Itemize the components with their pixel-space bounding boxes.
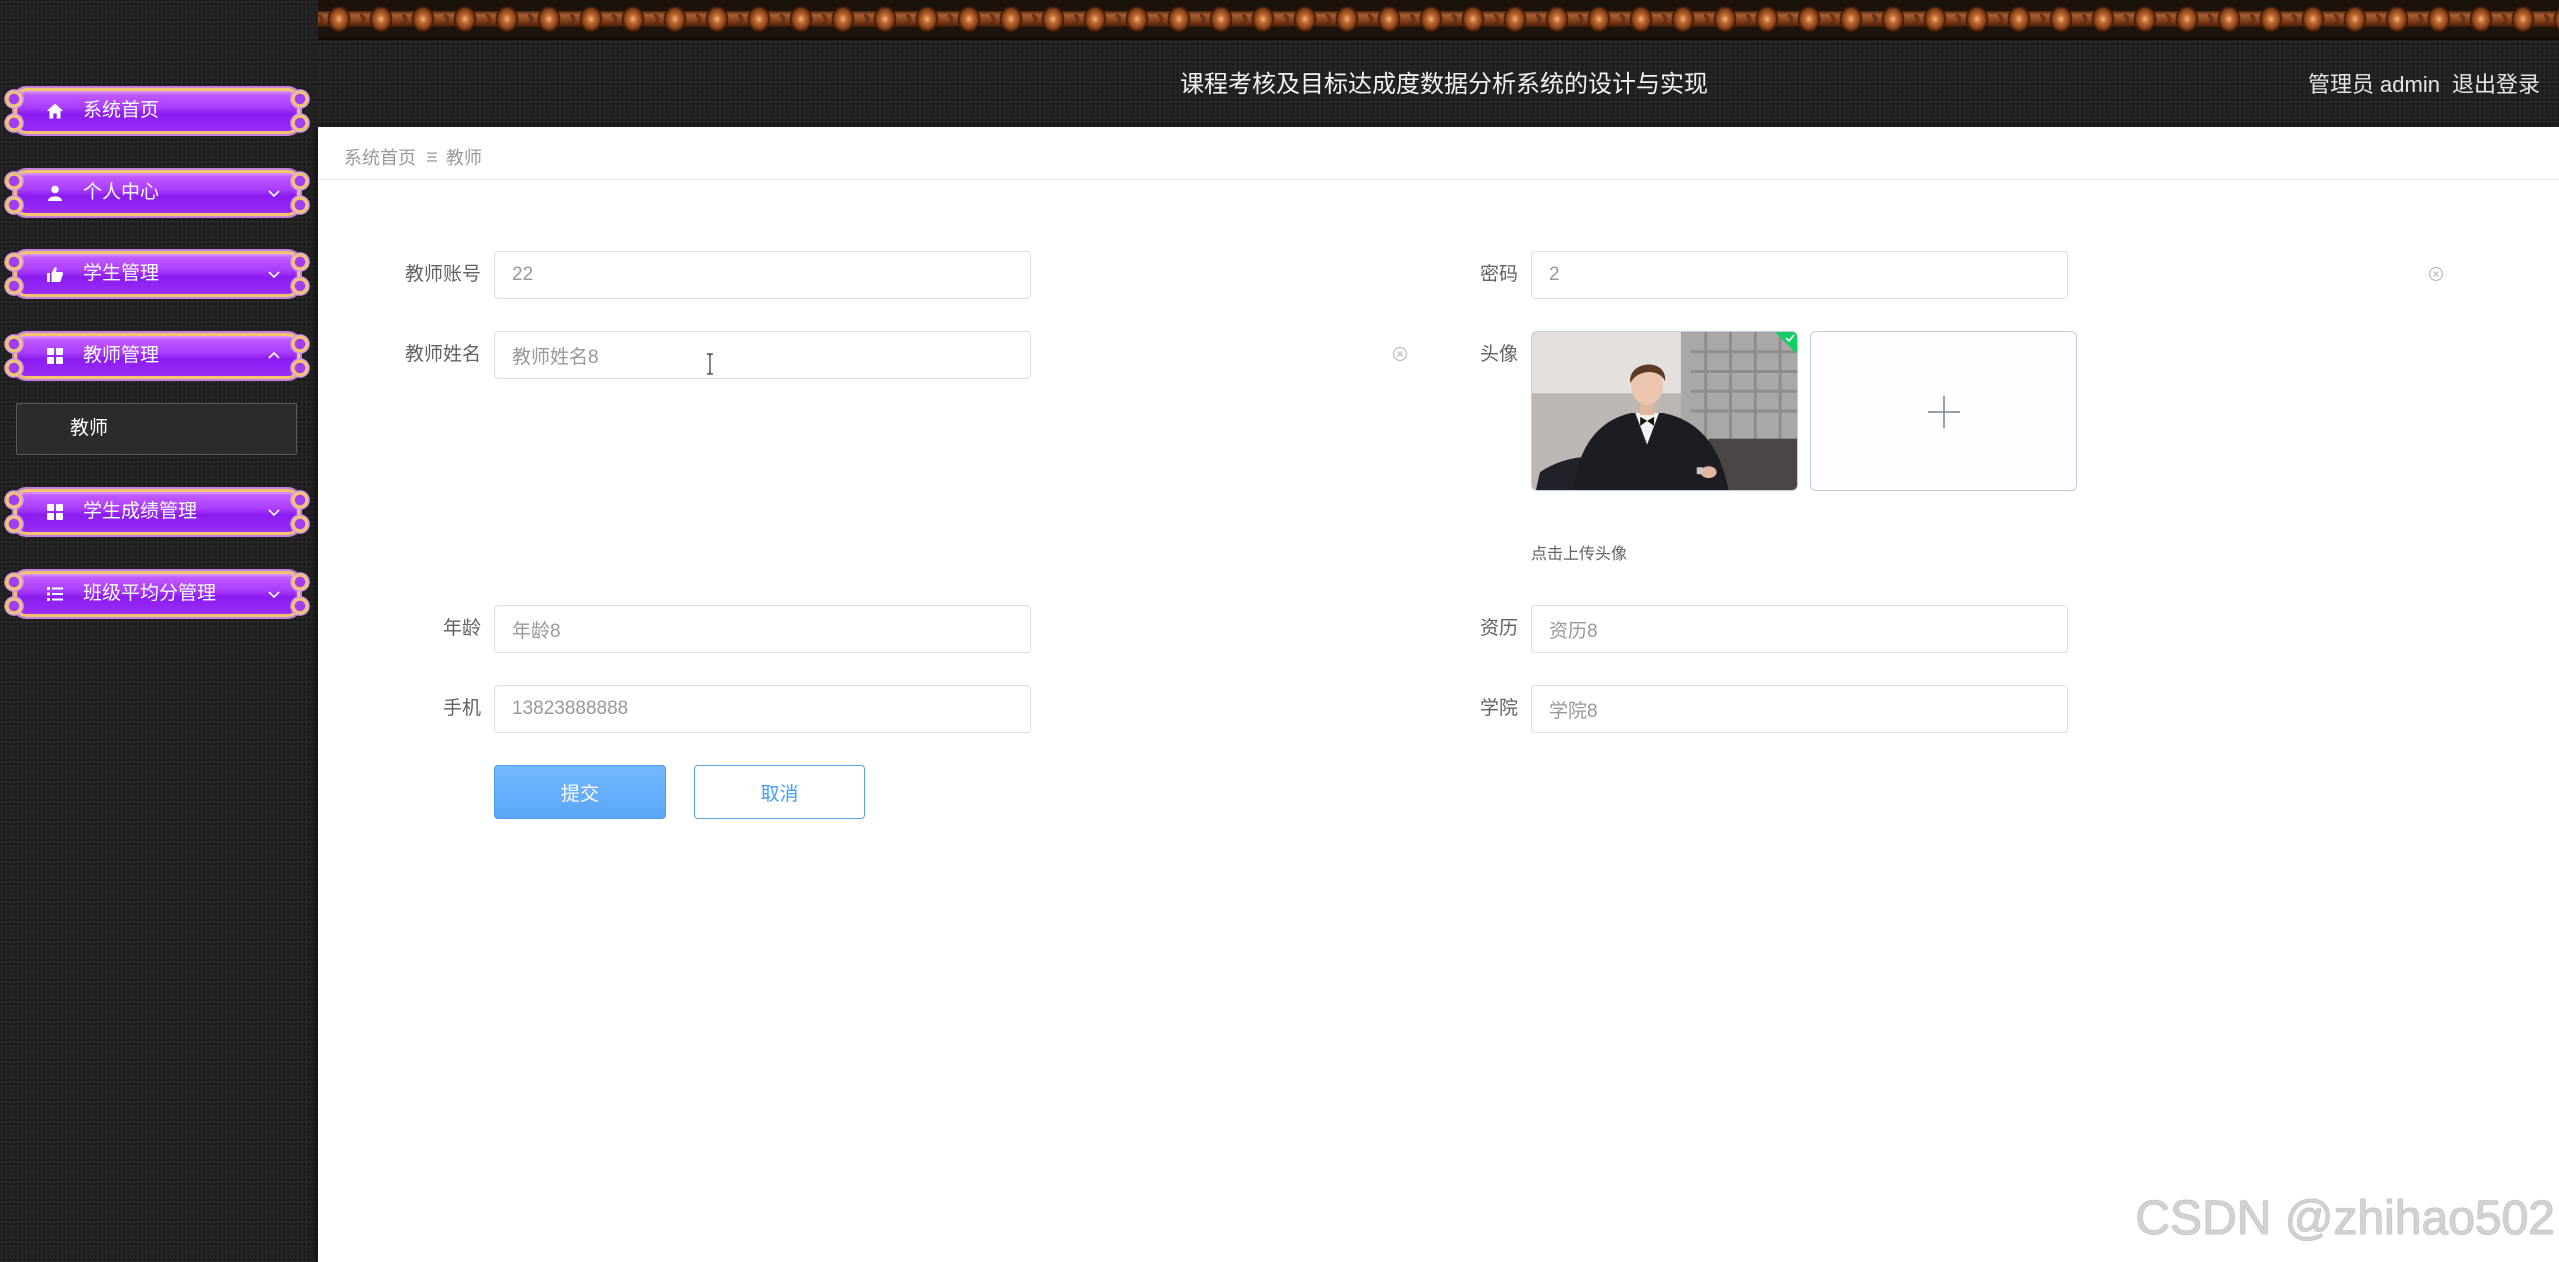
sidebar-item-home[interactable]: 系统首页 — [3, 87, 311, 135]
breadcrumb-current: 教师 — [446, 148, 482, 168]
upload-success-check-icon — [1775, 332, 1797, 354]
sidebar: 系统首页 个人中心 学生管理 教师管理 教师 学生成绩管理 班级平均分管理 — [0, 0, 318, 1262]
teacher-form: 教师账号 密码 教师姓名 头像 — [318, 180, 2559, 1262]
sidebar-item-label: 班级平均分管理 — [83, 583, 217, 604]
chevron-down-icon — [267, 267, 281, 281]
sidebar-item-score-management[interactable]: 学生成绩管理 — [3, 488, 311, 536]
home-icon — [46, 102, 64, 120]
avatar-label: 头像 — [1479, 344, 1518, 365]
thumbs-up-icon — [46, 265, 64, 283]
plus-icon — [1926, 394, 1962, 430]
grid-icon — [46, 347, 64, 365]
teacher-name-input[interactable] — [494, 331, 1031, 379]
teacher-name-label: 教师姓名 — [404, 344, 481, 365]
cancel-button[interactable]: 取消 — [694, 765, 865, 819]
list-icon — [46, 585, 64, 603]
avatar-preview[interactable] — [1531, 331, 1798, 491]
decorative-chain-border — [318, 0, 2559, 40]
sidebar-subitem-label: 教师 — [70, 418, 109, 439]
avatar-upload-hint: 点击上传头像 — [1531, 546, 1628, 563]
sidebar-item-label: 个人中心 — [83, 182, 160, 203]
user-icon — [46, 184, 64, 202]
avatar-upload-button[interactable] — [1810, 331, 2077, 491]
age-input[interactable] — [494, 605, 1031, 653]
clear-circle-icon[interactable] — [2428, 266, 2444, 282]
password-input[interactable] — [1531, 251, 2068, 299]
menu-lines-icon — [426, 151, 438, 163]
phone-label: 手机 — [442, 698, 481, 719]
chevron-up-icon — [267, 349, 281, 363]
sidebar-item-label: 教师管理 — [83, 345, 160, 366]
sidebar-subitem-teacher[interactable]: 教师 — [16, 403, 297, 455]
chevron-down-icon — [267, 505, 281, 519]
qualification-input[interactable] — [1531, 605, 2068, 653]
password-label: 密码 — [1479, 264, 1518, 285]
sidebar-item-student-management[interactable]: 学生管理 — [3, 250, 311, 298]
header-user-area: 管理员 admin 退出登录 — [2308, 66, 2540, 104]
sidebar-item-label: 学生管理 — [83, 263, 160, 284]
chevron-down-icon — [267, 186, 281, 200]
teacher-account-input[interactable] — [494, 251, 1031, 299]
sidebar-item-class-average-management[interactable]: 班级平均分管理 — [3, 570, 311, 618]
breadcrumb-home-link[interactable]: 系统首页 — [344, 144, 416, 170]
grid-icon — [46, 503, 64, 521]
avatar-photo — [1532, 332, 1797, 490]
sidebar-item-label: 系统首页 — [83, 100, 160, 121]
sidebar-item-personal-center[interactable]: 个人中心 — [3, 169, 311, 217]
logout-link[interactable]: 退出登录 — [2452, 66, 2540, 104]
phone-input[interactable] — [494, 685, 1031, 733]
mouse-text-cursor-icon — [705, 353, 715, 375]
chevron-down-icon — [267, 587, 281, 601]
watermark: CSDN @zhihao502 — [2135, 1192, 2555, 1245]
top-header: 课程考核及目标达成度数据分析系统的设计与实现 管理员 admin 退出登录 — [318, 0, 2559, 127]
breadcrumb: 系统首页 教师 — [318, 127, 2559, 180]
college-input[interactable] — [1531, 685, 2068, 733]
sidebar-item-teacher-management[interactable]: 教师管理 — [3, 332, 311, 380]
submit-button[interactable]: 提交 — [494, 765, 666, 819]
sidebar-item-label: 学生成绩管理 — [83, 501, 198, 522]
age-label: 年龄 — [442, 618, 481, 639]
qualification-label: 资历 — [1479, 618, 1518, 639]
college-label: 学院 — [1479, 698, 1518, 719]
app-title: 课程考核及目标达成度数据分析系统的设计与实现 — [1180, 71, 1708, 98]
teacher-account-label: 教师账号 — [404, 264, 481, 285]
current-user-label: 管理员 admin — [2307, 72, 2440, 97]
